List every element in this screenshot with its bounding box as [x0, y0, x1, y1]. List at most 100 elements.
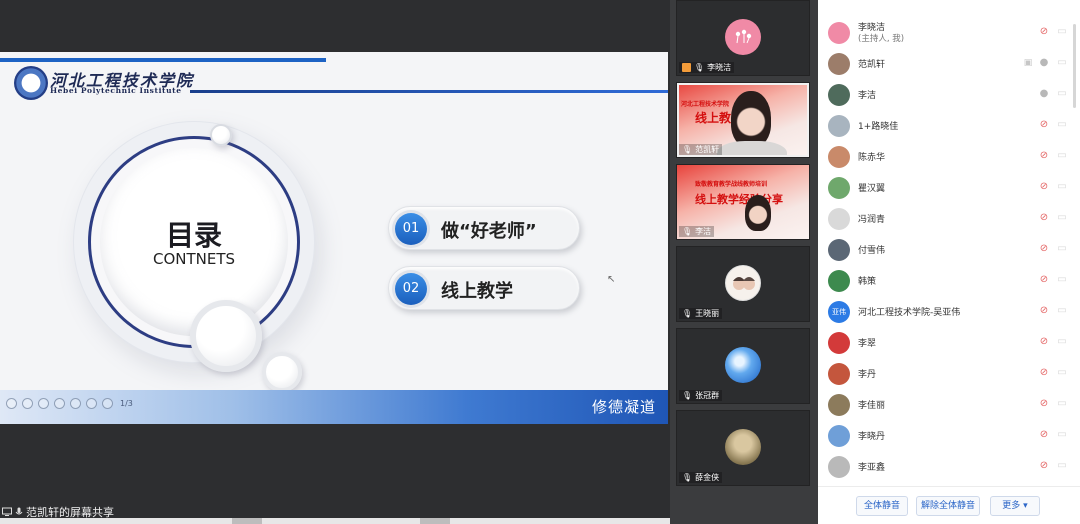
mic-off-icon[interactable]: ⊘ — [1038, 243, 1050, 255]
camera-off-icon[interactable]: ▭ — [1056, 367, 1068, 379]
host-badge-icon — [682, 63, 691, 72]
participant-row[interactable]: 李翠 ⊘ ▭ — [828, 328, 1068, 356]
prev-slide-icon[interactable] — [6, 398, 17, 409]
globe-icon[interactable] — [102, 398, 113, 409]
participant-scrollbar[interactable] — [1073, 24, 1076, 108]
participant-avatar — [828, 84, 850, 106]
tile-name: 李洁 — [695, 227, 712, 236]
slide-motto: 修德凝道 — [591, 398, 656, 416]
participant-avatar — [828, 425, 850, 447]
person-figure — [731, 91, 771, 147]
video-tile-label: 🎙 薛金侠 — [679, 472, 723, 483]
camera-off-icon[interactable]: ▭ — [1056, 460, 1068, 472]
participant-row[interactable]: 李丹 ⊘ ▭ — [828, 359, 1068, 387]
participant-row[interactable]: 瞿汉翼 ⊘ ▭ — [828, 173, 1068, 201]
toc-item-2: 02 线上教学 — [388, 266, 580, 310]
mic-icon[interactable]: ● — [1038, 57, 1050, 69]
video-gallery: 🎙 李晓洁 河北工程技术学院 线上教学 🎙 范凯轩 致敬教育教学战线教师培训 线… — [670, 0, 818, 524]
mic-off-icon[interactable]: ⊘ — [1038, 150, 1050, 162]
mic-off-icon[interactable]: ⊘ — [1038, 181, 1050, 193]
screen-share-icon: ▣ — [1023, 58, 1033, 68]
video-tile[interactable]: 🎙 王晓丽 — [676, 246, 810, 322]
mic-off-icon[interactable]: ⊘ — [1038, 212, 1050, 224]
slide-header-rule — [190, 90, 668, 93]
participant-row[interactable]: 范凯轩 ▣ ● ▭ — [828, 49, 1068, 77]
tile-name: 张冠群 — [695, 391, 720, 400]
video-tile[interactable]: 🎙 张冠群 — [676, 328, 810, 404]
camera-off-icon[interactable]: ▭ — [1056, 181, 1068, 193]
mic-off-icon[interactable]: ⊘ — [1038, 460, 1050, 472]
camera-off-icon[interactable]: ▭ — [1056, 212, 1068, 224]
video-tile-label: 🎙 李晓洁 — [679, 62, 735, 73]
participant-avatar — [725, 18, 761, 55]
mic-off-icon[interactable]: ⊘ — [1038, 119, 1050, 131]
mic-off-icon[interactable]: ⊘ — [1038, 398, 1050, 410]
meeting-window: 河北工程技术学院 Hebei Polytechnic Institute 目录 … — [0, 0, 1080, 524]
bottom-taskbar — [0, 518, 670, 524]
camera-off-icon[interactable]: ▭ — [1056, 398, 1068, 410]
mic-off-icon[interactable]: ⊘ — [1038, 429, 1050, 441]
camera-off-icon[interactable]: ▭ — [1056, 274, 1068, 286]
video-icon[interactable] — [70, 398, 81, 409]
camera-off-icon[interactable]: ▭ — [1056, 57, 1068, 69]
camera-off-icon[interactable]: ▭ — [1056, 243, 1068, 255]
decor-bubble-large — [190, 300, 262, 372]
participant-list: 李晓洁 (主持人, 我) ⊘ ▭ 范凯轩 ▣ ● ▭ 李洁 ● ▭ 1+路晓佳 ⊘ ▭ 陈赤华 ⊘ ▭ 瞿汉翼 ⊘ ▭… — [818, 0, 1080, 524]
participant-row[interactable]: 韩策 ⊘ ▭ — [828, 266, 1068, 294]
participant-row[interactable]: 付雪伟 ⊘ ▭ — [828, 235, 1068, 263]
mic-off-icon[interactable]: ⊘ — [1038, 274, 1050, 286]
camera-off-icon[interactable]: ▭ — [1056, 119, 1068, 131]
participant-row[interactable]: 李洁 ● ▭ — [828, 80, 1068, 108]
subtitle-icon[interactable] — [86, 398, 97, 409]
video-tile[interactable]: 河北工程技术学院 线上教学 🎙 范凯轩 — [676, 82, 810, 158]
mic-icon[interactable]: ● — [1038, 88, 1050, 100]
mic-off-icon[interactable]: ⊘ — [1038, 26, 1050, 38]
mic-icon — [15, 507, 23, 515]
tile-name: 李晓洁 — [707, 63, 732, 72]
camera-off-icon[interactable]: ▭ — [1056, 429, 1068, 441]
participant-avatar — [725, 346, 761, 383]
grid-icon[interactable] — [54, 398, 65, 409]
taskbar-marker — [420, 518, 450, 524]
video-tile[interactable]: 致敬教育教学战线教师培训 线上教学经验分享 🎙 李洁 — [676, 164, 810, 240]
video-tile[interactable]: 🎙 李晓洁 — [676, 0, 810, 76]
participant-row[interactable]: 李亚鑫 ⊘ ▭ — [828, 452, 1068, 480]
slide-top-accent — [0, 58, 326, 62]
participant-avatar — [828, 270, 850, 292]
mute-all-button[interactable]: 全体静音 — [856, 496, 908, 516]
camera-off-icon[interactable]: ▭ — [1056, 26, 1068, 38]
participant-row[interactable]: 李佳丽 ⊘ ▭ — [828, 390, 1068, 418]
mic-off-icon[interactable]: ⊘ — [1038, 367, 1050, 379]
pen-icon[interactable] — [38, 398, 49, 409]
participant-row[interactable]: 陈赤华 ⊘ ▭ — [828, 142, 1068, 170]
toc-item-1: 01 做“好老师” — [388, 206, 580, 250]
unmute-all-button[interactable]: 解除全体静音 — [916, 496, 980, 516]
participant-row[interactable]: 李晓丹 ⊘ ▭ — [828, 421, 1068, 449]
camera-off-icon[interactable]: ▭ — [1056, 305, 1068, 317]
mic-off-icon[interactable]: ⊘ — [1038, 336, 1050, 348]
participant-row[interactable]: 亚伟 河北工程技术学院-吴亚伟 ⊘ ▭ — [828, 297, 1068, 325]
next-slide-icon[interactable] — [22, 398, 33, 409]
camera-off-icon[interactable]: ▭ — [1056, 88, 1068, 100]
participant-footer: 全体静音 解除全体静音 更多 ▾ — [818, 486, 1080, 524]
participant-row[interactable]: 李晓洁 (主持人, 我) ⊘ ▭ — [828, 18, 1068, 46]
toc-title: 目录 — [165, 219, 222, 252]
mic-off-icon[interactable]: ⊘ — [1038, 305, 1050, 317]
participant-row[interactable]: 1+路晓佳 ⊘ ▭ — [828, 111, 1068, 139]
camera-off-icon[interactable]: ▭ — [1056, 336, 1068, 348]
participant-avatar — [828, 394, 850, 416]
participant-name: 李翠 — [858, 339, 877, 349]
participant-row[interactable]: 冯润青 ⊘ ▭ — [828, 204, 1068, 232]
participant-name: 李晓丹 — [858, 432, 886, 442]
participant-name: 陈赤华 — [858, 153, 886, 163]
shared-slide: 河北工程技术学院 Hebei Polytechnic Institute 目录 … — [0, 52, 668, 424]
camera-off-icon[interactable]: ▭ — [1056, 150, 1068, 162]
more-button[interactable]: 更多 ▾ — [990, 496, 1040, 516]
video-tile-label: 🎙 王晓丽 — [679, 308, 723, 319]
slide-footer-band: 1/3 修德凝道 — [0, 390, 668, 424]
video-tile[interactable]: 🎙 薛金侠 — [676, 410, 810, 486]
participant-avatar — [828, 146, 850, 168]
backdrop-small-text: 致敬教育教学战线教师培训 — [695, 181, 768, 188]
participant-name: 李亚鑫 — [858, 463, 886, 473]
participant-avatar — [828, 239, 850, 261]
